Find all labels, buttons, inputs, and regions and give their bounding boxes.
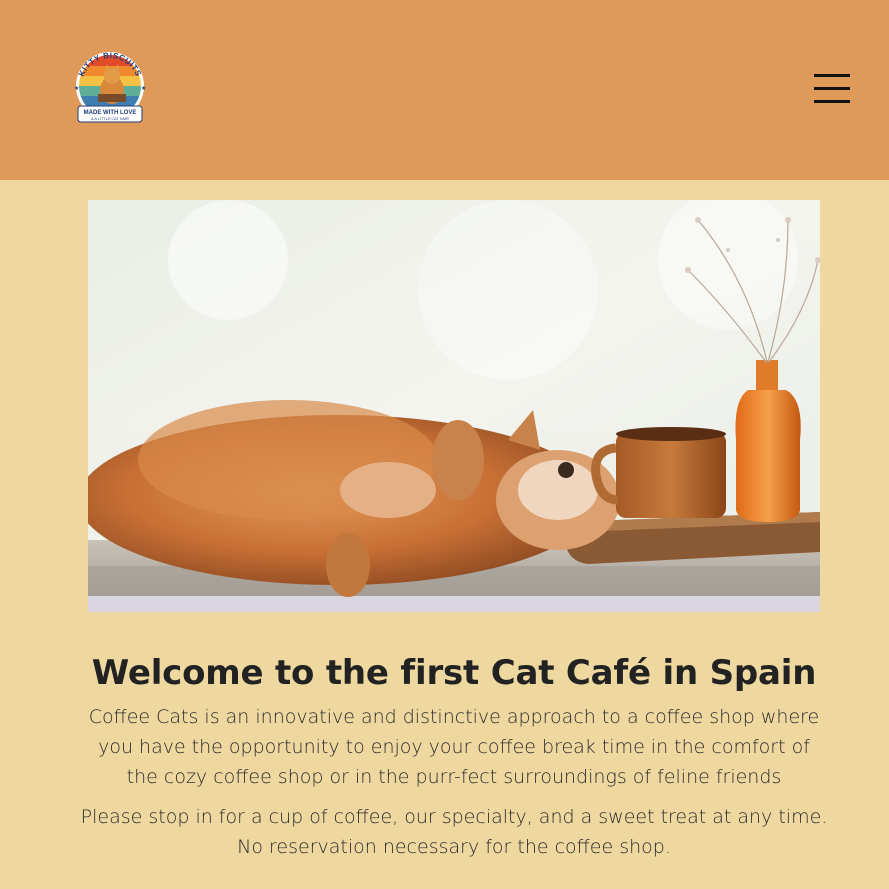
site-header: KITTY BISCUITS MADE WITH LOVE & A LITTLE… — [0, 0, 889, 180]
svg-text:★: ★ — [141, 85, 146, 92]
hamburger-menu-icon[interactable] — [812, 72, 852, 106]
intro-paragraph: Coffee Cats is an innovative and distinc… — [88, 706, 820, 788]
logo-middle-text: MADE WITH LOVE — [84, 110, 137, 116]
main-content: Welcome to the first Cat Café in Spain C… — [80, 648, 828, 862]
logo-link[interactable]: KITTY BISCUITS MADE WITH LOVE & A LITTLE… — [68, 50, 152, 128]
logo-bottom-text: & A LITTLE CAT HAIR — [91, 117, 129, 121]
hero-image — [88, 200, 820, 612]
cat-photo-icon — [88, 200, 820, 612]
cat-logo-icon: KITTY BISCUITS MADE WITH LOVE & A LITTLE… — [74, 51, 146, 123]
page-title: Welcome to the first Cat Café in Spain — [91, 653, 817, 693]
svg-text:★: ★ — [74, 85, 79, 92]
info-paragraph: Please stop in for a cup of coffee, our … — [80, 806, 828, 858]
